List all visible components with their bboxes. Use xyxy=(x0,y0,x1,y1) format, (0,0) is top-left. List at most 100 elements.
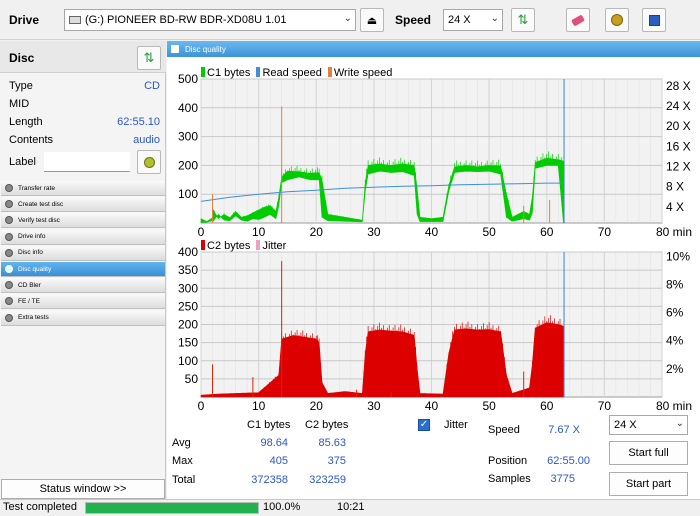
speed-label: Speed xyxy=(395,13,432,27)
menu-item-cd-bler[interactable]: CD Bler xyxy=(1,278,165,294)
erase-button[interactable] xyxy=(566,8,590,32)
drive-select-value: (G:) PIONEER BD-RW BDR-XD08U 1.01 xyxy=(85,14,287,26)
menu-item-icon xyxy=(5,297,13,306)
menu-item-label: Drive info xyxy=(18,233,46,241)
max-label: Max xyxy=(172,455,193,467)
chevron-down-icon: ⌄ xyxy=(343,13,352,24)
chevron-down-icon: ⌄ xyxy=(490,13,499,24)
c1-legend-label: C1 bytes xyxy=(207,67,251,79)
x-tick-label: 80 min xyxy=(656,399,692,412)
disc-contents-label: Contents xyxy=(9,134,54,146)
x-tick-label: 40 xyxy=(425,399,439,412)
save-button[interactable] xyxy=(642,8,666,32)
jitter-legend-swatch xyxy=(256,240,261,250)
jitter-checkbox[interactable]: ✓ xyxy=(418,419,430,431)
x-tick-label: 50 xyxy=(482,399,496,412)
y-tick-label: 400 xyxy=(178,245,198,259)
c2-chart: 400 350 300 250 200 150 100 50 10% 8% 6% 4% 2% 0 10 20 3… xyxy=(178,245,692,412)
copy-button[interactable] xyxy=(605,8,629,32)
eject-icon: ⏏ xyxy=(366,14,378,27)
menu-item-label: Disc quality xyxy=(18,265,52,273)
y-tick-label: 500 xyxy=(178,72,198,86)
position-value: 62:55.00 xyxy=(547,455,590,467)
disc-label-input[interactable] xyxy=(44,152,130,172)
c2-legend-swatch xyxy=(201,240,205,250)
elapsed-time: 10:21 xyxy=(337,501,365,513)
y-right-tick-label: 4 X xyxy=(666,200,684,214)
y-tick-label: 150 xyxy=(178,336,198,350)
panel-title-text: Disc quality xyxy=(185,44,226,54)
menu-item-extra-tests[interactable]: Extra tests xyxy=(1,310,165,326)
menu-item-icon xyxy=(5,248,13,257)
eject-button[interactable]: ⏏ xyxy=(360,8,384,32)
menu-item-fe-te[interactable]: FE / TE xyxy=(1,294,165,310)
menu-item-label: Disc info xyxy=(18,249,43,257)
max-c2-value: 375 xyxy=(327,455,346,467)
start-part-button[interactable]: Start part xyxy=(609,472,688,496)
speed-select-value: 24 X xyxy=(448,14,471,26)
refresh-icon: ⇅ xyxy=(517,12,529,27)
speed-stat-label: Speed xyxy=(488,424,520,436)
copy-icon xyxy=(611,14,623,26)
avg-c2-value: 85.63 xyxy=(318,437,346,449)
y-right-tick-label: 8% xyxy=(666,277,684,291)
c1-column-header: C1 bytes xyxy=(247,419,291,431)
menu-item-icon xyxy=(5,281,13,290)
menu-item-icon xyxy=(5,313,13,322)
menu-item-label: FE / TE xyxy=(18,297,40,305)
jitter-label: Jitter xyxy=(444,419,468,431)
y-right-tick-label: 10% xyxy=(666,249,690,263)
y-tick-label: 250 xyxy=(178,299,198,313)
test-speed-select-value: 24 X xyxy=(614,419,637,431)
menu-item-label: Create test disc xyxy=(18,200,64,208)
drive-label: Drive xyxy=(9,13,40,27)
disc-label-label: Label xyxy=(9,156,36,168)
c2-legend: C2 bytes Jitter xyxy=(201,240,286,252)
status-window-button[interactable]: Status window >> xyxy=(1,479,165,499)
x-tick-label: 10 xyxy=(252,399,266,412)
y-right-tick-label: 16 X xyxy=(666,139,691,153)
menu-item-icon xyxy=(5,200,13,209)
x-tick-label: 60 xyxy=(540,399,554,412)
menu-item-create-test-disc[interactable]: Create test disc xyxy=(1,197,165,213)
speed-select[interactable]: 24 X ⌄ xyxy=(443,9,503,31)
y-right-tick-label: 20 X xyxy=(666,119,691,133)
menu-item-transfer-rate[interactable]: Transfer rate xyxy=(1,181,165,196)
y-right-tick-label: 8 X xyxy=(666,180,684,194)
y-tick-label: 200 xyxy=(178,318,198,332)
y-tick-label: 50 xyxy=(185,372,199,386)
drive-select[interactable]: (G:) PIONEER BD-RW BDR-XD08U 1.01 ⌄ xyxy=(64,9,356,31)
write-speed-legend-label: Write speed xyxy=(333,67,393,79)
y-tick-label: 100 xyxy=(178,187,198,201)
menu-item-disc-info[interactable]: Disc info xyxy=(1,245,165,261)
position-label: Position xyxy=(488,455,528,467)
test-speed-select[interactable]: 24 X ⌄ xyxy=(609,415,688,435)
menu-item-label: Verify test disc xyxy=(18,216,60,224)
samples-label: Samples xyxy=(488,473,531,485)
status-text: Test completed xyxy=(3,501,77,513)
x-tick-label: 30 xyxy=(367,399,381,412)
y-right-tick-label: 12 X xyxy=(666,160,691,174)
save-icon xyxy=(648,14,660,26)
menu-item-drive-info[interactable]: Drive info xyxy=(1,229,165,245)
menu-item-label: Extra tests xyxy=(18,314,49,322)
disc-mid-label: MID xyxy=(9,98,30,110)
menu-item-verify-test-disc[interactable]: Verify test disc xyxy=(1,213,165,229)
y-tick-label: 350 xyxy=(178,263,198,277)
disc-type-value: CD xyxy=(144,80,160,92)
samples-value: 3775 xyxy=(550,473,575,485)
c2-column-header: C2 bytes xyxy=(305,419,349,431)
disc-refresh-button[interactable]: ⇅ xyxy=(137,46,161,70)
read-speed-legend-label: Read speed xyxy=(262,67,322,79)
c1-legend-swatch xyxy=(201,67,205,77)
progress-fill xyxy=(86,503,258,513)
y-tick-label: 300 xyxy=(178,130,198,144)
disc-label-button[interactable] xyxy=(137,150,161,174)
total-c1-value: 372358 xyxy=(251,474,288,486)
eraser-icon xyxy=(571,13,585,27)
menu-item-icon xyxy=(5,232,13,241)
menu-item-disc-quality[interactable]: Disc quality xyxy=(1,262,165,277)
start-full-button[interactable]: Start full xyxy=(609,441,688,465)
panel-title: Disc quality xyxy=(167,41,700,57)
refresh-button[interactable]: ⇅ xyxy=(511,8,535,32)
